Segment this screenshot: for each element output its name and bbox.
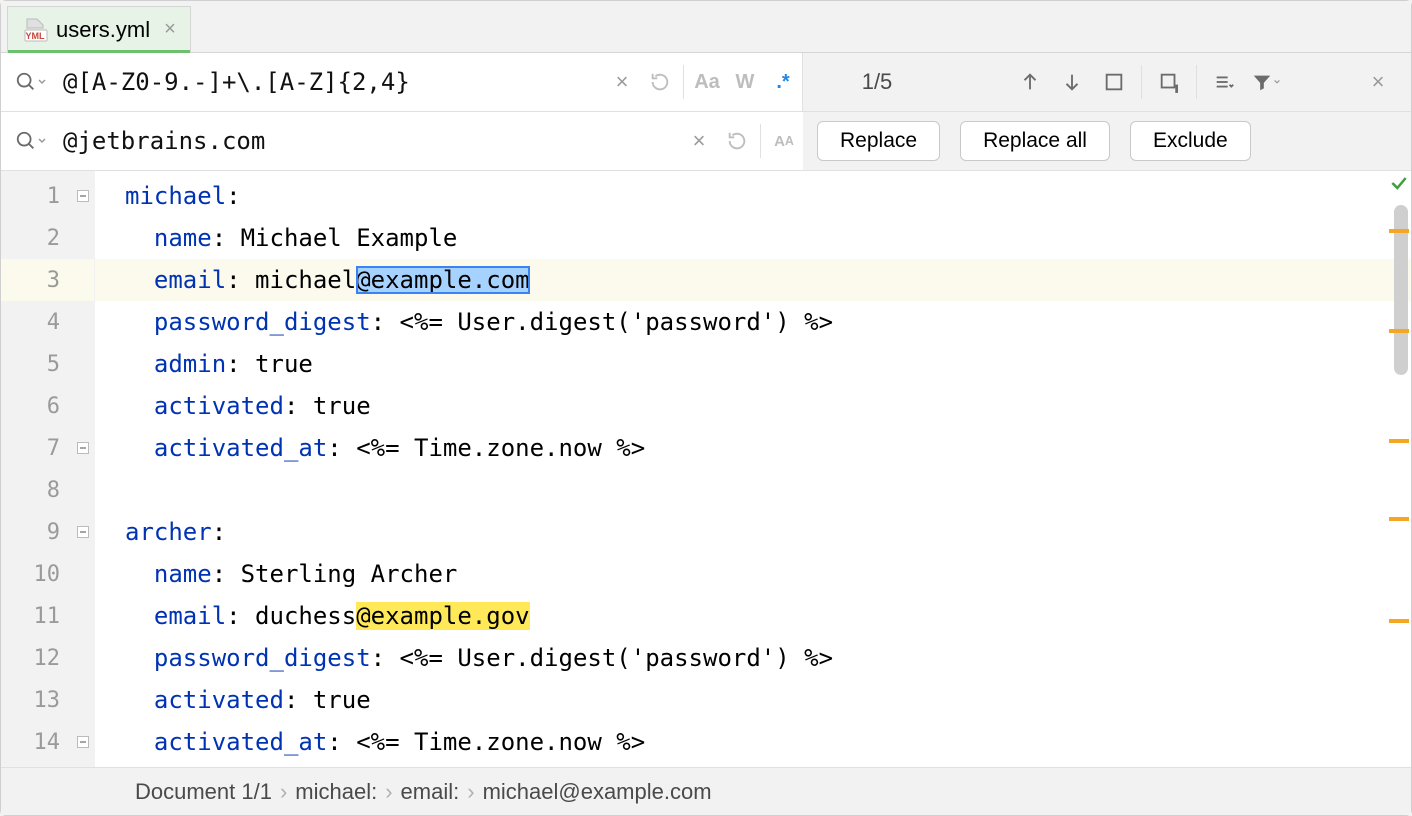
file-tab-label: users.yml <box>56 17 150 43</box>
match-marker[interactable] <box>1389 619 1409 623</box>
match-marker[interactable] <box>1389 329 1409 333</box>
line-number: 9 <box>1 511 94 553</box>
replace-icon[interactable] <box>15 130 47 152</box>
line-number: 2 <box>1 217 94 259</box>
breadcrumb-item[interactable]: Document 1/1 <box>135 779 272 805</box>
search-icon[interactable] <box>15 71 47 93</box>
replace-button[interactable]: Replace <box>817 121 940 161</box>
line-number: 7 <box>1 427 94 469</box>
next-match-icon[interactable] <box>1053 63 1091 101</box>
line-number: 11 <box>1 595 94 637</box>
marker-strip <box>1387 171 1411 767</box>
words-toggle[interactable]: W <box>726 63 764 101</box>
find-box: × Aa W .* <box>1 53 803 111</box>
replace-tools: Replace Replace all Exclude <box>803 112 1411 170</box>
line-number: 5 <box>1 343 94 385</box>
close-search-icon[interactable]: × <box>1359 63 1397 101</box>
line-number: 13 <box>1 679 94 721</box>
match-case-toggle[interactable]: Aa <box>688 63 726 101</box>
code-line[interactable]: name: Michael Example <box>95 217 1411 259</box>
code-line[interactable]: password_digest: <%= User.digest('passwo… <box>95 637 1411 679</box>
code-editor[interactable]: 1234567891011121314 michael: name: Micha… <box>1 171 1411 767</box>
breadcrumb-bar: Document 1/1 › michael: › email: › micha… <box>1 767 1411 815</box>
line-number: 3 <box>1 259 94 301</box>
chevron-right-icon: › <box>280 779 287 805</box>
code-line[interactable]: password_digest: <%= User.digest('passwo… <box>95 301 1411 343</box>
fold-toggle-icon[interactable] <box>76 441 90 455</box>
separator <box>1196 65 1197 99</box>
close-tab-icon[interactable]: × <box>164 18 176 41</box>
separator <box>1141 65 1142 99</box>
clear-replace-icon[interactable]: × <box>680 122 718 160</box>
line-number: 8 <box>1 469 94 511</box>
replace-input[interactable] <box>61 126 680 156</box>
breadcrumb-item[interactable]: michael@example.com <box>483 779 712 805</box>
select-all-icon[interactable] <box>1095 63 1133 101</box>
find-tools: 1/5 I I × <box>803 53 1411 111</box>
chevron-right-icon: › <box>467 779 474 805</box>
find-input[interactable] <box>61 67 603 97</box>
chevron-right-icon: › <box>385 779 392 805</box>
match-marker[interactable] <box>1389 229 1409 233</box>
inspection-ok-icon <box>1389 173 1409 199</box>
find-history-icon[interactable] <box>641 63 679 101</box>
find-row: × Aa W .* 1/5 I I × <box>1 53 1411 112</box>
code-line[interactable]: name: Sterling Archer <box>95 553 1411 595</box>
file-tab[interactable]: YML users.yml × <box>7 6 191 52</box>
yml-file-icon: YML <box>22 17 48 43</box>
match-marker[interactable] <box>1389 517 1409 521</box>
line-number: 4 <box>1 301 94 343</box>
code-line[interactable] <box>95 469 1411 511</box>
editor-tab-bar: YML users.yml × <box>1 1 1411 53</box>
code-line[interactable]: activated_at: <%= Time.zone.now %> <box>95 427 1411 469</box>
search-match[interactable]: @example.gov <box>356 602 529 630</box>
line-number: 1 <box>1 175 94 217</box>
svg-text:YML: YML <box>26 31 46 41</box>
replace-box: × AA <box>1 112 803 170</box>
breadcrumb-item[interactable]: email: <box>401 779 460 805</box>
replace-history-icon[interactable] <box>718 122 756 160</box>
separator <box>760 124 761 158</box>
code-line[interactable]: activated_at: <%= Time.zone.now %> <box>95 721 1411 763</box>
new-window-icon[interactable]: I I <box>1150 63 1188 101</box>
more-options-icon[interactable] <box>1205 63 1243 101</box>
line-number: 12 <box>1 637 94 679</box>
code-line[interactable]: michael: <box>95 175 1411 217</box>
fold-toggle-icon[interactable] <box>76 525 90 539</box>
filter-icon[interactable] <box>1247 63 1285 101</box>
line-number: 6 <box>1 385 94 427</box>
line-number: 10 <box>1 553 94 595</box>
match-counter: 1/5 <box>817 69 937 95</box>
preserve-case-toggle[interactable]: AA <box>765 122 803 160</box>
svg-text:I I: I I <box>1175 84 1180 93</box>
code-line[interactable]: activated: true <box>95 679 1411 721</box>
regex-toggle[interactable]: .* <box>764 63 802 101</box>
line-number: 14 <box>1 721 94 763</box>
clear-find-icon[interactable]: × <box>603 63 641 101</box>
code-line[interactable]: email: michael@example.com <box>95 259 1411 301</box>
gutter: 1234567891011121314 <box>1 171 95 767</box>
code-area[interactable]: michael: name: Michael Example email: mi… <box>95 171 1411 767</box>
exclude-button[interactable]: Exclude <box>1130 121 1251 161</box>
replace-all-button[interactable]: Replace all <box>960 121 1110 161</box>
breadcrumb-item[interactable]: michael: <box>295 779 377 805</box>
replace-row: × AA Replace Replace all Exclude <box>1 112 1411 171</box>
separator <box>683 65 684 99</box>
code-line[interactable]: admin: true <box>95 343 1411 385</box>
code-line[interactable]: email: duchess@example.gov <box>95 595 1411 637</box>
code-line[interactable]: activated: true <box>95 385 1411 427</box>
code-line[interactable]: archer: <box>95 511 1411 553</box>
fold-toggle-icon[interactable] <box>76 735 90 749</box>
prev-match-icon[interactable] <box>1011 63 1049 101</box>
search-match[interactable]: @example.com <box>356 266 529 294</box>
match-marker[interactable] <box>1389 439 1409 443</box>
fold-toggle-icon[interactable] <box>76 189 90 203</box>
